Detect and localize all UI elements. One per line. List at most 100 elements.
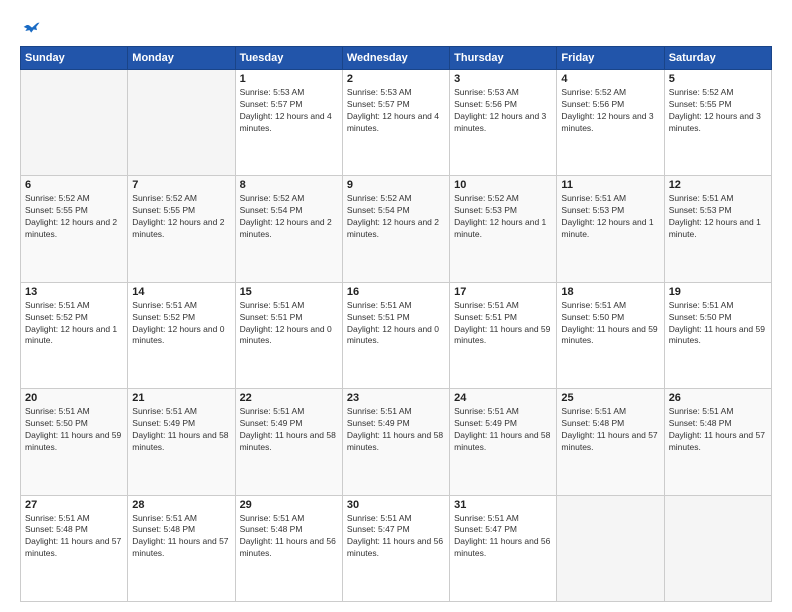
day-info: Sunrise: 5:52 AM Sunset: 5:54 PM Dayligh… (347, 193, 445, 241)
day-number: 27 (25, 499, 123, 511)
day-number: 16 (347, 286, 445, 298)
calendar-cell: 28 Sunrise: 5:51 AM Sunset: 5:48 PM Dayli… (128, 495, 235, 601)
day-number: 19 (669, 286, 767, 298)
day-number: 21 (132, 392, 230, 404)
day-info: Sunrise: 5:51 AM Sunset: 5:53 PM Dayligh… (669, 193, 767, 241)
day-number: 24 (454, 392, 552, 404)
day-number: 8 (240, 179, 338, 191)
day-info: Sunrise: 5:52 AM Sunset: 5:54 PM Dayligh… (240, 193, 338, 241)
day-info: Sunrise: 5:52 AM Sunset: 5:55 PM Dayligh… (132, 193, 230, 241)
day-info: Sunrise: 5:51 AM Sunset: 5:47 PM Dayligh… (347, 513, 445, 561)
day-number: 5 (669, 73, 767, 85)
day-info: Sunrise: 5:51 AM Sunset: 5:48 PM Dayligh… (25, 513, 123, 561)
logo-bird-icon (22, 16, 42, 36)
weekday-header-thursday: Thursday (450, 47, 557, 70)
calendar-cell: 17 Sunrise: 5:51 AM Sunset: 5:51 PM Dayli… (450, 282, 557, 388)
day-info: Sunrise: 5:51 AM Sunset: 5:48 PM Dayligh… (561, 406, 659, 454)
calendar-cell: 30Sunrise: 5:51 AM Sunset: 5:47 PM Dayli… (342, 495, 449, 601)
day-info: Sunrise: 5:51 AM Sunset: 5:52 PM Dayligh… (25, 300, 123, 348)
day-number: 20 (25, 392, 123, 404)
calendar-cell: 15 Sunrise: 5:51 AM Sunset: 5:51 PM Dayli… (235, 282, 342, 388)
day-info: Sunrise: 5:51 AM Sunset: 5:47 PM Dayligh… (454, 513, 552, 561)
calendar-cell (21, 70, 128, 176)
day-info: Sunrise: 5:51 AM Sunset: 5:49 PM Dayligh… (347, 406, 445, 454)
calendar-cell: 18 Sunrise: 5:51 AM Sunset: 5:50 PM Dayli… (557, 282, 664, 388)
calendar-cell: 1 Sunrise: 5:53 AM Sunset: 5:57 PM Daylig… (235, 70, 342, 176)
calendar-header-row: SundayMondayTuesdayWednesdayThursdayFrid… (21, 47, 772, 70)
day-info: Sunrise: 5:51 AM Sunset: 5:50 PM Dayligh… (25, 406, 123, 454)
calendar-cell: 26 Sunrise: 5:51 AM Sunset: 5:48 PM Dayli… (664, 389, 771, 495)
day-info: Sunrise: 5:51 AM Sunset: 5:50 PM Dayligh… (561, 300, 659, 348)
weekday-header-friday: Friday (557, 47, 664, 70)
calendar-row: 27 Sunrise: 5:51 AM Sunset: 5:48 PM Dayli… (21, 495, 772, 601)
calendar-cell: 12 Sunrise: 5:51 AM Sunset: 5:53 PM Dayli… (664, 176, 771, 282)
day-info: Sunrise: 5:51 AM Sunset: 5:49 PM Dayligh… (454, 406, 552, 454)
calendar-cell: 20 Sunrise: 5:51 AM Sunset: 5:50 PM Dayli… (21, 389, 128, 495)
calendar-cell: 3Sunrise: 5:53 AM Sunset: 5:56 PM Daylig… (450, 70, 557, 176)
calendar-cell: 29 Sunrise: 5:51 AM Sunset: 5:48 PM Dayli… (235, 495, 342, 601)
day-info: Sunrise: 5:53 AM Sunset: 5:57 PM Dayligh… (240, 87, 338, 135)
logo (20, 16, 42, 36)
day-info: Sunrise: 5:51 AM Sunset: 5:48 PM Dayligh… (240, 513, 338, 561)
weekday-header-wednesday: Wednesday (342, 47, 449, 70)
day-info: Sunrise: 5:52 AM Sunset: 5:53 PM Dayligh… (454, 193, 552, 241)
calendar-row: 1 Sunrise: 5:53 AM Sunset: 5:57 PM Daylig… (21, 70, 772, 176)
day-info: Sunrise: 5:51 AM Sunset: 5:49 PM Dayligh… (240, 406, 338, 454)
header (20, 16, 772, 36)
day-number: 2 (347, 73, 445, 85)
calendar-cell: 8 Sunrise: 5:52 AM Sunset: 5:54 PM Daylig… (235, 176, 342, 282)
calendar-cell: 7 Sunrise: 5:52 AM Sunset: 5:55 PM Daylig… (128, 176, 235, 282)
calendar-cell (557, 495, 664, 601)
calendar-cell: 13Sunrise: 5:51 AM Sunset: 5:52 PM Dayli… (21, 282, 128, 388)
calendar-table: SundayMondayTuesdayWednesdayThursdayFrid… (20, 46, 772, 602)
day-info: Sunrise: 5:51 AM Sunset: 5:49 PM Dayligh… (132, 406, 230, 454)
day-info: Sunrise: 5:51 AM Sunset: 5:48 PM Dayligh… (132, 513, 230, 561)
calendar-row: 13Sunrise: 5:51 AM Sunset: 5:52 PM Dayli… (21, 282, 772, 388)
day-info: Sunrise: 5:52 AM Sunset: 5:55 PM Dayligh… (25, 193, 123, 241)
day-number: 31 (454, 499, 552, 511)
day-info: Sunrise: 5:51 AM Sunset: 5:51 PM Dayligh… (240, 300, 338, 348)
calendar-cell (128, 70, 235, 176)
calendar-cell: 5 Sunrise: 5:52 AM Sunset: 5:55 PM Daylig… (664, 70, 771, 176)
calendar-cell: 4Sunrise: 5:52 AM Sunset: 5:56 PM Daylig… (557, 70, 664, 176)
day-number: 23 (347, 392, 445, 404)
day-number: 7 (132, 179, 230, 191)
calendar-cell: 21 Sunrise: 5:51 AM Sunset: 5:49 PM Dayli… (128, 389, 235, 495)
logo-text (20, 16, 42, 36)
calendar-cell: 25Sunrise: 5:51 AM Sunset: 5:48 PM Dayli… (557, 389, 664, 495)
day-number: 6 (25, 179, 123, 191)
day-number: 3 (454, 73, 552, 85)
calendar-cell: 27 Sunrise: 5:51 AM Sunset: 5:48 PM Dayli… (21, 495, 128, 601)
calendar-cell: 19 Sunrise: 5:51 AM Sunset: 5:50 PM Dayli… (664, 282, 771, 388)
calendar-row: 20 Sunrise: 5:51 AM Sunset: 5:50 PM Dayli… (21, 389, 772, 495)
day-info: Sunrise: 5:52 AM Sunset: 5:55 PM Dayligh… (669, 87, 767, 135)
day-number: 28 (132, 499, 230, 511)
calendar-cell: 10 Sunrise: 5:52 AM Sunset: 5:53 PM Dayli… (450, 176, 557, 282)
day-number: 29 (240, 499, 338, 511)
day-number: 1 (240, 73, 338, 85)
day-number: 14 (132, 286, 230, 298)
calendar-cell (664, 495, 771, 601)
day-number: 18 (561, 286, 659, 298)
calendar-cell: 14 Sunrise: 5:51 AM Sunset: 5:52 PM Dayli… (128, 282, 235, 388)
day-number: 15 (240, 286, 338, 298)
calendar-cell: 11Sunrise: 5:51 AM Sunset: 5:53 PM Dayli… (557, 176, 664, 282)
day-info: Sunrise: 5:53 AM Sunset: 5:57 PM Dayligh… (347, 87, 445, 135)
day-number: 26 (669, 392, 767, 404)
day-info: Sunrise: 5:51 AM Sunset: 5:53 PM Dayligh… (561, 193, 659, 241)
day-info: Sunrise: 5:51 AM Sunset: 5:51 PM Dayligh… (347, 300, 445, 348)
day-number: 9 (347, 179, 445, 191)
page: SundayMondayTuesdayWednesdayThursdayFrid… (0, 0, 792, 612)
calendar-cell: 24 Sunrise: 5:51 AM Sunset: 5:49 PM Dayli… (450, 389, 557, 495)
day-number: 4 (561, 73, 659, 85)
day-number: 10 (454, 179, 552, 191)
day-info: Sunrise: 5:51 AM Sunset: 5:48 PM Dayligh… (669, 406, 767, 454)
day-number: 12 (669, 179, 767, 191)
day-info: Sunrise: 5:51 AM Sunset: 5:52 PM Dayligh… (132, 300, 230, 348)
day-info: Sunrise: 5:51 AM Sunset: 5:51 PM Dayligh… (454, 300, 552, 348)
weekday-header-sunday: Sunday (21, 47, 128, 70)
weekday-header-monday: Monday (128, 47, 235, 70)
day-info: Sunrise: 5:51 AM Sunset: 5:50 PM Dayligh… (669, 300, 767, 348)
calendar-cell: 2 Sunrise: 5:53 AM Sunset: 5:57 PM Daylig… (342, 70, 449, 176)
day-number: 17 (454, 286, 552, 298)
